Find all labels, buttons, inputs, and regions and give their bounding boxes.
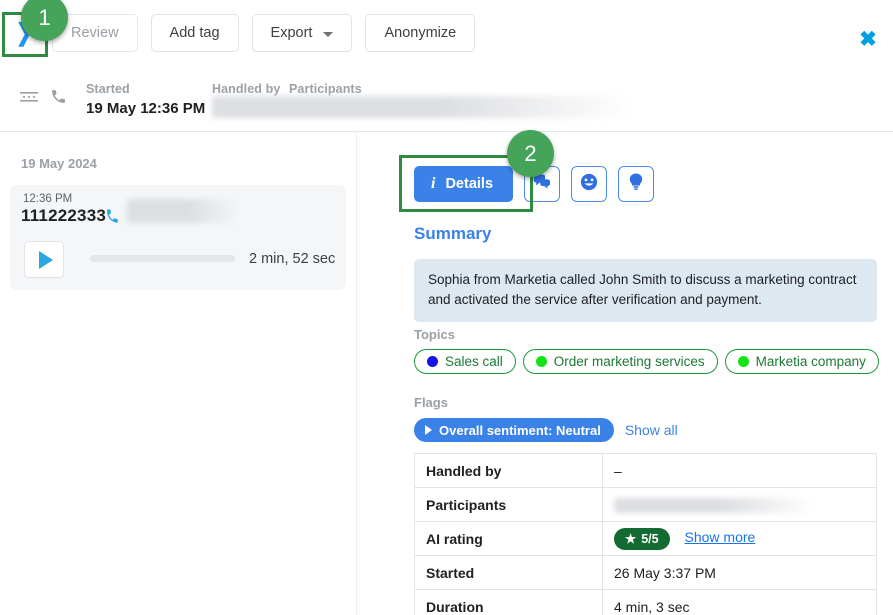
table-row: Started 26 May 3:37 PM bbox=[415, 556, 877, 590]
table-row-key: Duration bbox=[415, 590, 603, 615]
call-item-number: 111222333 bbox=[21, 206, 106, 226]
list-icon bbox=[20, 90, 38, 109]
tab-details[interactable]: i Details bbox=[414, 166, 513, 202]
started-value: 19 May 12:36 PM bbox=[86, 100, 205, 117]
top-toolbar: ❯ Review Add tag Export Anonymize ✖ bbox=[0, 0, 893, 66]
add-tag-button-label: Add tag bbox=[170, 25, 220, 41]
review-button-label: Review bbox=[71, 25, 119, 41]
day-group-label: 19 May 2024 bbox=[21, 156, 97, 171]
topic-chip-label: Sales call bbox=[445, 354, 503, 369]
handled-by-label: Handled by bbox=[212, 82, 280, 96]
play-button[interactable] bbox=[24, 241, 64, 278]
call-details-screen: ❯ Review Add tag Export Anonymize ✖ bbox=[0, 0, 893, 615]
table-row-value: 4 min, 3 sec bbox=[603, 590, 877, 615]
table-row: AI rating ★ 5/5 Show more bbox=[415, 522, 877, 556]
tab-sentiment[interactable] bbox=[571, 166, 607, 202]
phone-icon bbox=[103, 207, 122, 230]
table-row-key: Handled by bbox=[415, 454, 603, 488]
topic-color-dot bbox=[536, 356, 547, 367]
details-tab-bar: i Details bbox=[414, 166, 654, 202]
summary-heading: Summary bbox=[414, 224, 491, 244]
ai-rating-badge: ★ 5/5 bbox=[614, 528, 670, 550]
summary-text: Sophia from Marketia called John Smith t… bbox=[414, 259, 877, 322]
play-icon bbox=[39, 251, 53, 269]
add-tag-button[interactable]: Add tag bbox=[151, 14, 239, 52]
topic-chip-label: Marketia company bbox=[756, 354, 866, 369]
table-row-value: ★ 5/5 Show more bbox=[603, 522, 877, 556]
export-button-label: Export bbox=[271, 25, 313, 41]
call-details-table: Handled by – Participants AI rating ★ 5/… bbox=[414, 453, 877, 615]
topics-label: Topics bbox=[414, 327, 455, 342]
tab-transcript[interactable] bbox=[524, 166, 560, 202]
topic-color-dot bbox=[427, 356, 438, 367]
table-row: Handled by – bbox=[415, 454, 877, 488]
anonymize-button[interactable]: Anonymize bbox=[365, 14, 475, 52]
flags-label: Flags bbox=[414, 395, 448, 410]
phone-icon bbox=[50, 88, 67, 110]
chevron-down-icon bbox=[323, 32, 333, 37]
show-all-flags-link[interactable]: Show all bbox=[625, 422, 678, 438]
table-row-value-redacted bbox=[603, 488, 877, 522]
flags-row: Overall sentiment: Neutral Show all bbox=[414, 418, 678, 442]
topic-chip[interactable]: Marketia company bbox=[725, 349, 879, 374]
topic-color-dot bbox=[738, 356, 749, 367]
sentiment-flag-label: Overall sentiment: Neutral bbox=[439, 423, 601, 438]
chevron-right-icon: ❯ bbox=[16, 21, 32, 45]
export-button[interactable]: Export bbox=[252, 14, 353, 52]
toolbar-button-group: Review Add tag Export Anonymize bbox=[52, 14, 475, 52]
anonymize-button-label: Anonymize bbox=[384, 25, 456, 41]
table-row-value: 26 May 3:37 PM bbox=[603, 556, 877, 590]
topic-chip[interactable]: Sales call bbox=[414, 349, 516, 374]
smiley-face-icon bbox=[580, 173, 598, 196]
sentiment-flag-badge[interactable]: Overall sentiment: Neutral bbox=[414, 418, 614, 442]
meta-icon-group bbox=[20, 88, 67, 110]
info-icon: i bbox=[431, 175, 435, 193]
table-row-key: Participants bbox=[415, 488, 603, 522]
redacted-participants-value bbox=[614, 498, 814, 513]
table-row-key: AI rating bbox=[415, 522, 603, 556]
star-icon: ★ bbox=[625, 531, 636, 546]
audio-seek-bar[interactable] bbox=[90, 255, 235, 262]
chat-bubbles-icon bbox=[533, 174, 551, 195]
started-label: Started bbox=[86, 82, 130, 96]
table-row: Participants bbox=[415, 488, 877, 522]
lightbulb-icon bbox=[629, 173, 643, 196]
close-icon: ✖ bbox=[859, 29, 877, 50]
topic-chip[interactable]: Order marketing services bbox=[523, 349, 718, 374]
tab-details-label: Details bbox=[445, 176, 493, 192]
play-triangle-icon bbox=[425, 425, 432, 435]
close-button[interactable]: ✖ bbox=[855, 26, 881, 52]
table-row-key: Started bbox=[415, 556, 603, 590]
call-item-time: 12:36 PM bbox=[23, 193, 72, 205]
redacted-caller-name bbox=[127, 199, 239, 223]
collapse-panel-button[interactable]: ❯ bbox=[6, 15, 42, 51]
table-row: Duration 4 min, 3 sec bbox=[415, 590, 877, 615]
topics-chip-list: Sales call Order marketing services Mark… bbox=[414, 349, 879, 374]
participants-label: Participants bbox=[289, 82, 362, 96]
ai-rating-value: 5/5 bbox=[641, 532, 658, 546]
redacted-participants-header bbox=[212, 96, 632, 118]
table-row-value: – bbox=[603, 454, 877, 488]
topic-chip-label: Order marketing services bbox=[554, 354, 705, 369]
review-button[interactable]: Review bbox=[52, 14, 138, 52]
tab-insights[interactable] bbox=[618, 166, 654, 202]
show-more-link[interactable]: Show more bbox=[685, 529, 756, 545]
call-item-duration: 2 min, 52 sec bbox=[249, 251, 335, 267]
